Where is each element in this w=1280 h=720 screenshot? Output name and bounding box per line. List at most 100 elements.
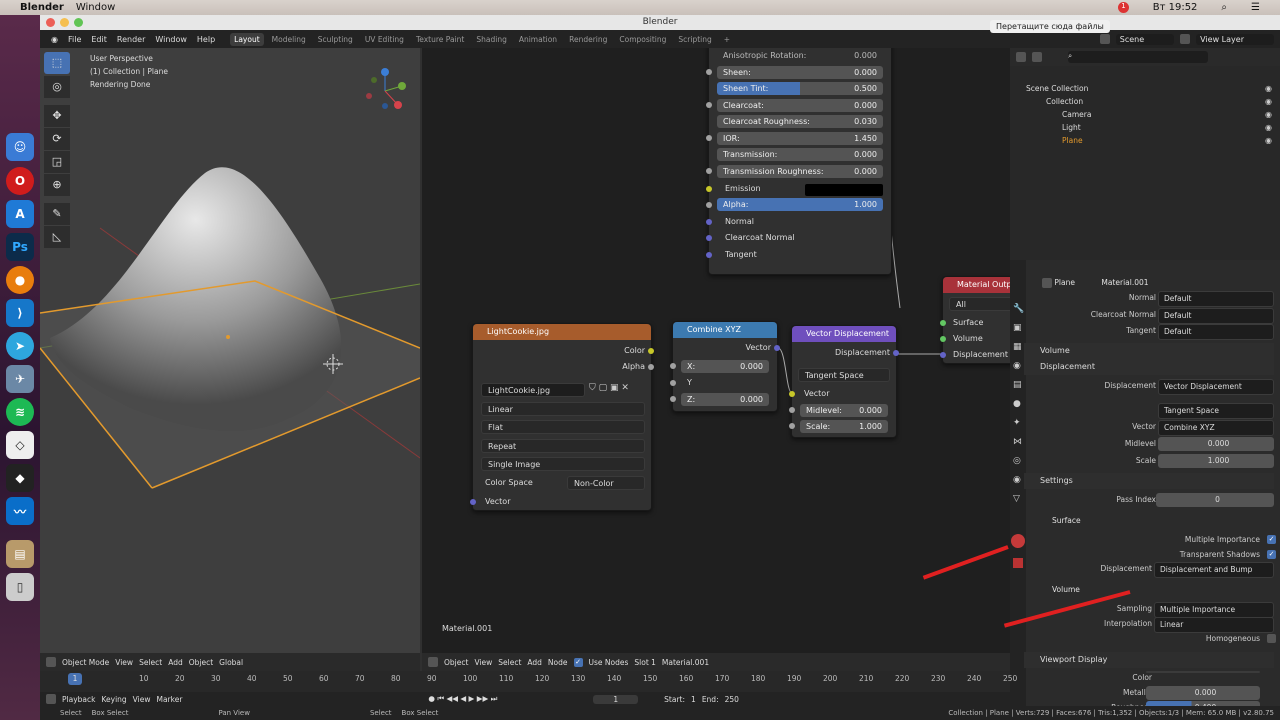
vector-node-field[interactable]: Combine XYZ [1158, 420, 1274, 436]
menu-window[interactable]: Window [155, 35, 187, 44]
sampling-dropdown[interactable]: Multiple Importance [1154, 602, 1274, 618]
socket[interactable] [670, 363, 676, 369]
interpolation-dropdown[interactable]: Linear [1154, 617, 1274, 633]
scene-collection-item[interactable]: Scene Collection [1026, 82, 1091, 95]
view-layer-field[interactable]: View Layer [1196, 33, 1274, 45]
scale-field[interactable]: 1.000 [1158, 454, 1274, 468]
scale-tool-icon[interactable]: ◲ [44, 151, 70, 173]
slot-dropdown[interactable]: Slot 1 [634, 658, 656, 667]
scene-field[interactable]: Scene [1115, 33, 1175, 45]
material-selector[interactable]: Material.001 [662, 658, 709, 667]
use-nodes-checkbox[interactable]: ✓ [573, 657, 583, 667]
visibility-icons[interactable]: ◉ ◉ ◉ ◉ ◉ [1265, 82, 1272, 147]
homogeneous-checkbox[interactable] [1267, 634, 1276, 643]
display-mode-icon[interactable] [1016, 52, 1026, 62]
blender-logo-icon[interactable]: ◉ [51, 35, 58, 44]
socket[interactable] [940, 320, 946, 326]
ne-add-menu[interactable]: Add [527, 658, 542, 667]
socket[interactable] [706, 202, 712, 208]
material-output-title[interactable]: Material Output [943, 277, 1010, 293]
opera-icon[interactable]: O [6, 167, 34, 195]
normal-field[interactable]: Default [1158, 291, 1274, 307]
source-dropdown[interactable]: Single Image [481, 457, 645, 471]
socket[interactable] [670, 380, 676, 386]
scale-field[interactable]: Scale: 1.000 [800, 420, 888, 433]
menu-edit[interactable]: Edit [91, 35, 107, 44]
settings-panel-header[interactable]: Settings [1024, 473, 1274, 489]
search-icon[interactable]: ⌕ [1221, 2, 1227, 13]
editor-type-icon[interactable] [46, 657, 56, 667]
socket[interactable] [648, 348, 654, 354]
light-item[interactable]: Light [1026, 121, 1091, 134]
alpha-field[interactable]: Alpha: 1.000 [717, 198, 883, 211]
xcode-icon[interactable]: A [6, 200, 34, 228]
surface-subpanel-header[interactable]: Surface [1052, 516, 1081, 525]
end-field[interactable]: 250 [725, 695, 739, 704]
ne-view-menu[interactable]: View [474, 658, 492, 667]
add-workspace-button[interactable]: + [720, 33, 734, 46]
tab-shading[interactable]: Shading [472, 33, 510, 46]
timeline-view-menu[interactable]: View [133, 695, 151, 704]
socket[interactable] [670, 396, 676, 402]
interpolation-dropdown[interactable]: Linear [481, 402, 645, 416]
socket[interactable] [789, 407, 795, 413]
menu-render[interactable]: Render [117, 35, 145, 44]
clearcoat-field[interactable]: Clearcoat: 0.000 [717, 99, 883, 112]
current-frame-indicator[interactable]: 1 [68, 673, 82, 685]
socket[interactable] [706, 135, 712, 141]
surface-displacement-dropdown[interactable]: Displacement and Bump [1154, 562, 1274, 578]
unity-icon[interactable]: ◆ [6, 464, 34, 492]
measure-tool-icon[interactable]: ◺ [44, 226, 70, 248]
photoshop-icon[interactable]: Ps [6, 233, 34, 261]
outliner[interactable]: ⌕ Scene Collection Collection Camera Lig… [1010, 48, 1280, 260]
clearcoat-normal-field[interactable]: Default [1158, 308, 1274, 324]
tangent-field[interactable]: Default [1158, 324, 1274, 340]
socket[interactable] [940, 336, 946, 342]
anisotropic-rotation-field[interactable]: Anisotropic Rotation: 0.000 [717, 49, 883, 62]
z-field[interactable]: Z: 0.000 [681, 393, 769, 406]
activity-icon[interactable]: 〰 [6, 497, 34, 525]
orientation-dropdown[interactable]: Global [219, 658, 243, 667]
material-output-node[interactable]: Material Output All Surface Volume Displ… [940, 276, 1010, 364]
vscode-icon[interactable]: ⟩ [6, 299, 34, 327]
telegram-icon[interactable]: ➤ [6, 332, 34, 360]
socket[interactable] [706, 102, 712, 108]
close-window-button[interactable] [46, 18, 55, 27]
select-tool-icon[interactable]: ⬚ [44, 52, 70, 74]
menu-help[interactable]: Help [197, 35, 215, 44]
app-menu[interactable]: Blender [20, 2, 64, 13]
combine-xyz-title[interactable]: Combine XYZ [673, 322, 777, 338]
socket[interactable] [789, 391, 795, 397]
metallic-field[interactable]: 0.000 [1146, 686, 1260, 700]
viewport-object-menu[interactable]: Object [189, 658, 213, 667]
preview-icon[interactable]: ✈ [6, 365, 34, 393]
playback-menu[interactable]: Playback [62, 695, 95, 704]
plane-item[interactable]: Plane [1026, 134, 1091, 147]
tab-scripting[interactable]: Scripting [674, 33, 715, 46]
spotify-icon[interactable]: ≋ [6, 398, 34, 426]
annotate-tool-icon[interactable]: ✎ [44, 203, 70, 225]
volume-panel-header[interactable]: Volume [1024, 343, 1274, 359]
color-space-dropdown[interactable]: Non-Color [567, 476, 645, 490]
space-dropdown[interactable]: Tangent Space [798, 368, 890, 382]
extension-dropdown[interactable]: Repeat [481, 439, 645, 453]
socket[interactable] [706, 69, 712, 75]
tab-texture-paint[interactable]: Texture Paint [412, 33, 468, 46]
viewport-select-menu[interactable]: Select [139, 658, 162, 667]
socket[interactable] [706, 235, 712, 241]
viewport-scene[interactable] [40, 48, 420, 653]
pass-index-field[interactable]: 0 [1156, 493, 1274, 507]
marker-menu[interactable]: Marker [156, 695, 182, 704]
tab-modeling[interactable]: Modeling [268, 33, 310, 46]
combine-xyz-node[interactable]: Combine XYZ Vector X: 0.000 Y Z: 0.000 [670, 321, 780, 412]
keying-menu[interactable]: Keying [101, 695, 126, 704]
tab-rendering[interactable]: Rendering [565, 33, 611, 46]
midlevel-field[interactable]: Midlevel: 0.000 [800, 404, 888, 417]
shader-type-dropdown[interactable]: Object [444, 658, 468, 667]
move-tool-icon[interactable]: ✥ [44, 105, 70, 127]
projection-dropdown[interactable]: Flat [481, 420, 645, 434]
filter-icon[interactable] [1032, 52, 1042, 62]
emission-color-swatch[interactable] [805, 184, 883, 196]
collection-item[interactable]: Collection [1026, 95, 1091, 108]
transform-tool-icon[interactable]: ⊕ [44, 174, 70, 196]
